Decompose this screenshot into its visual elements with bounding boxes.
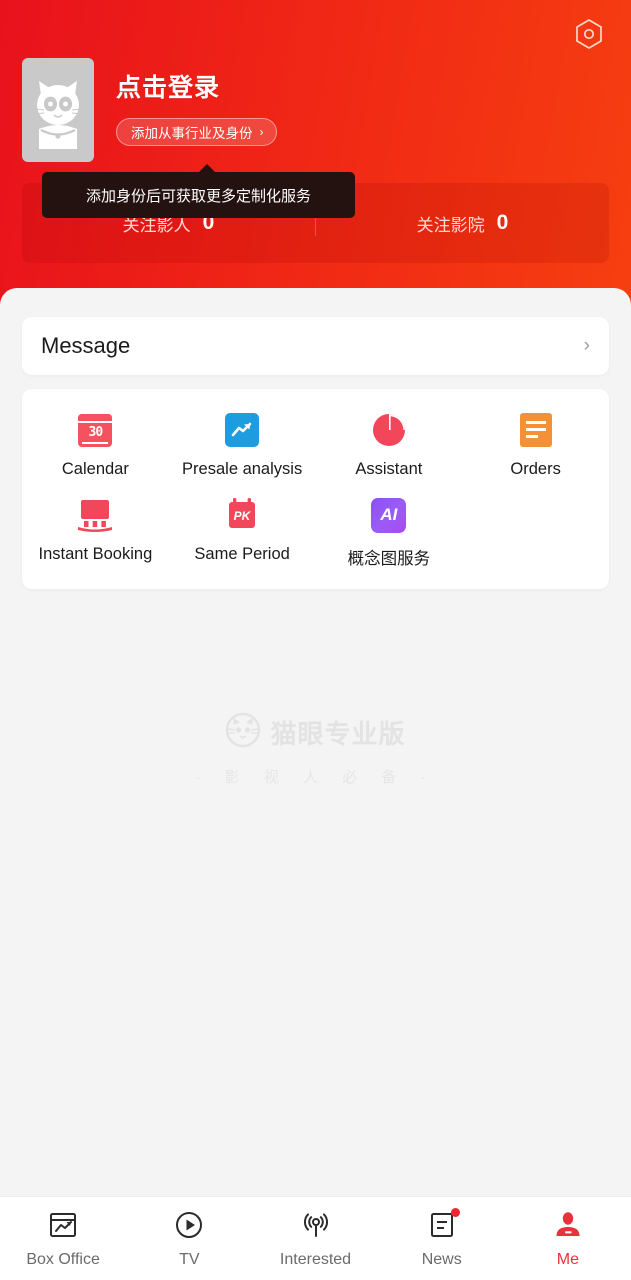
shortcut-label: Presale analysis [182,460,303,478]
shortcut-grid-row: 30 Calendar Presale analysis Assistant O… [22,411,609,479]
svg-text:PK: PK [234,509,252,523]
brand-watermark-row: 猫眼专业版 [225,712,405,753]
calendar-day-number: 30 [88,424,104,440]
cat-avatar-icon[interactable] [22,58,94,162]
news-document-icon [425,1208,460,1242]
stat-value: 0 [496,211,509,234]
shortcut-label: 概念图服务 [347,550,431,568]
add-identity-label: 添加从事行业及身份 [131,126,253,141]
person-icon [551,1208,585,1242]
tab-interested[interactable]: Interested [252,1197,378,1280]
shortcut-orders[interactable]: Orders [462,411,609,479]
shortcut-same-period[interactable]: PK Same Period [169,496,316,569]
profile-row: 点击登录 添加从事行业及身份 › [22,58,277,162]
ai-badge-text: AI [371,497,407,533]
ai-square-icon: AI [370,496,408,534]
shortcut-label: Assistant [355,460,423,478]
tab-tv[interactable]: TV [126,1197,252,1280]
tab-news[interactable]: News [379,1197,505,1280]
message-title: Message [41,333,131,358]
shortcut-presale-analysis[interactable]: Presale analysis [169,411,316,479]
shortcut-empty-slot [462,496,609,569]
login-title[interactable]: 点击登录 [116,68,277,104]
tab-label: Box Office [26,1251,100,1268]
brand-watermark: 猫眼专业版 · 影 视 人 必 备 · [0,712,631,787]
tab-label: TV [179,1251,200,1268]
trend-chart-icon [223,411,261,449]
brand-slogan: · 影 视 人 必 备 · [195,769,436,786]
tab-box-office[interactable]: Box Office [0,1197,126,1280]
shortcut-concept-map-service[interactable]: AI 概念图服务 [316,496,463,569]
message-card[interactable]: Message › [22,317,609,375]
box-office-chart-icon [46,1208,80,1242]
shortcut-assistant[interactable]: Assistant [316,411,463,479]
tab-label: Me [556,1251,580,1268]
radar-signal-icon [299,1208,333,1242]
maoyan-cat-logo-icon [225,712,261,753]
profile-hero-header: 点击登录 添加从事行业及身份 › 关注影人 0 关注影院 0 [0,0,631,310]
profile-text-block: 点击登录 添加从事行业及身份 › [116,58,277,146]
chevron-right-icon: › [259,125,264,139]
cinema-screen-icon [76,496,114,534]
add-identity-button[interactable]: 添加从事行业及身份 › [116,118,277,146]
shortcut-label: Same Period [194,545,290,563]
order-document-icon [517,411,555,449]
tab-label: Interested [279,1251,352,1268]
play-circle-icon [172,1208,206,1242]
tab-me[interactable]: Me [505,1197,631,1280]
pie-chart-icon [370,411,408,449]
news-badge-dot [450,1208,460,1217]
hexagon-settings-icon[interactable] [569,14,609,54]
shortcut-grid-card: 30 Calendar Presale analysis Assistant O… [22,389,609,589]
tab-label: News [421,1251,462,1268]
stat-followed-cinemas[interactable]: 关注影院 0 [316,211,609,236]
calendar-pk-icon: PK [223,496,261,534]
identity-tooltip[interactable]: 添加身份后可获取更多定制化服务 [42,164,355,218]
brand-name: 猫眼专业版 [270,719,406,749]
chevron-right-icon: › [583,335,590,356]
shortcut-label: Instant Booking [38,545,153,563]
app-root: 点击登录 添加从事行业及身份 › 关注影人 0 关注影院 0 添加身份后可获取更… [0,0,631,1280]
shortcut-instant-booking[interactable]: Instant Booking [22,496,169,569]
bottom-tab-bar: Box Office TV Interested News Me [0,1196,631,1280]
shortcut-label: Calendar [61,460,129,478]
identity-tooltip-text: 添加身份后可获取更多定制化服务 [85,187,311,205]
calendar-30-icon: 30 [76,411,114,449]
shortcut-calendar[interactable]: 30 Calendar [22,411,169,479]
shortcut-label: Orders [510,460,561,478]
shortcut-grid-row: Instant Booking PK Same Period AI 概念图服务 [22,496,609,569]
stat-label: 关注影院 [416,215,485,235]
